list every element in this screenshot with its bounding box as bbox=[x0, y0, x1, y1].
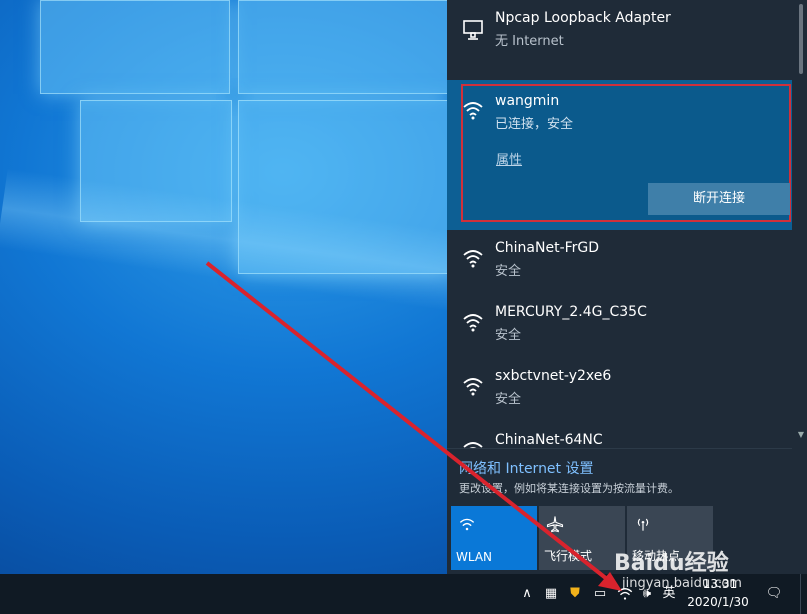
battery-icon[interactable]: ▭ bbox=[590, 584, 610, 604]
network-name: MERCURY_2.4G_C35C bbox=[495, 304, 647, 320]
airplane-icon bbox=[546, 516, 564, 533]
network-name: ChinaNet-64NC bbox=[495, 432, 603, 448]
network-name: sxbctvnet-y2xe6 bbox=[495, 368, 612, 384]
wifi-icon bbox=[463, 442, 483, 448]
security-shield-icon[interactable]: ⛊ bbox=[566, 584, 584, 604]
disconnect-button[interactable]: 断开连接 bbox=[648, 183, 790, 215]
tile-label: 飞行模式 bbox=[544, 549, 593, 563]
network-status: 安全 bbox=[495, 392, 522, 407]
network-settings-description: 更改设置，例如将某连接设置为按流量计费。 bbox=[459, 482, 679, 495]
divider bbox=[447, 448, 792, 449]
network-status: 安全 bbox=[495, 328, 522, 343]
scrollbar[interactable]: ▼ bbox=[797, 0, 805, 440]
network-status: 安全 bbox=[495, 264, 522, 279]
network-item[interactable]: ChinaNet-64NC bbox=[447, 424, 792, 448]
network-status: 已连接，安全 bbox=[495, 117, 574, 132]
wifi-icon bbox=[459, 518, 475, 531]
network-settings-link[interactable]: 网络和 Internet 设置 bbox=[459, 458, 594, 478]
window-logo-pane bbox=[40, 0, 230, 94]
app-tray-icon[interactable]: ▦ bbox=[542, 584, 560, 604]
watermark-site: jingyan.baidu.com bbox=[622, 576, 742, 591]
network-item[interactable]: MERCURY_2.4G_C35C 安全 bbox=[447, 296, 792, 360]
network-status: 无 Internet bbox=[495, 34, 564, 49]
tile-label: WLAN bbox=[456, 550, 493, 564]
network-item[interactable]: ChinaNet-FrGD 安全 bbox=[447, 232, 792, 296]
wifi-icon bbox=[463, 250, 483, 268]
watermark-brand: Baidu经验 bbox=[614, 551, 729, 576]
notification-icon[interactable]: 🗨 bbox=[764, 584, 784, 604]
scrollbar-thumb[interactable] bbox=[799, 4, 803, 74]
hotspot-icon bbox=[637, 518, 649, 531]
wifi-icon bbox=[463, 102, 483, 120]
properties-link[interactable]: 属性 bbox=[496, 149, 522, 168]
network-item-npcap[interactable]: Npcap Loopback Adapter 无 Internet bbox=[447, 0, 792, 80]
wlan-toggle-tile[interactable]: WLAN bbox=[451, 506, 537, 570]
network-item[interactable]: sxbctvnet-y2xe6 安全 bbox=[447, 360, 792, 424]
clock-date[interactable]: 2020/1/30 bbox=[680, 595, 756, 609]
network-name: ChinaNet-FrGD bbox=[495, 240, 600, 256]
wifi-icon bbox=[463, 314, 483, 332]
airplane-mode-tile[interactable]: 飞行模式 bbox=[539, 506, 625, 570]
chevron-up-icon[interactable]: ∧ bbox=[518, 584, 536, 604]
window-logo-pane bbox=[238, 0, 448, 94]
network-name: Npcap Loopback Adapter bbox=[495, 10, 671, 26]
network-name: wangmin bbox=[495, 93, 560, 109]
ethernet-icon bbox=[463, 20, 483, 40]
wifi-icon bbox=[463, 378, 483, 396]
scroll-down-icon[interactable]: ▼ bbox=[797, 430, 805, 440]
show-desktop-button[interactable] bbox=[800, 574, 807, 614]
